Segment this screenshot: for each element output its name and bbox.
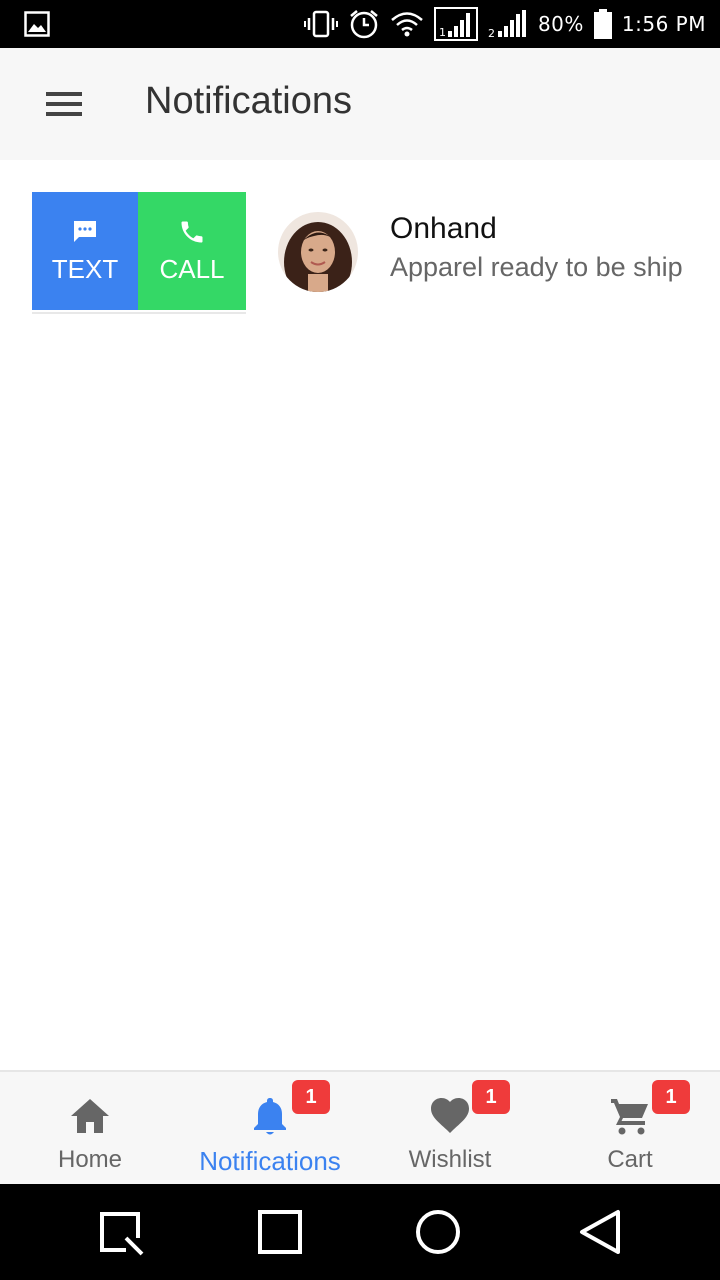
nav-cart[interactable]: 1 Cart [540, 1072, 720, 1184]
nav-home-label: Home [57, 1146, 123, 1173]
wishlist-badge: 1 [472, 1080, 510, 1114]
notifications-list: TEXT CALL Onhand Apparel ready to be shi… [0, 160, 720, 1070]
cart-icon [611, 1099, 648, 1135]
clock: 1:56 PM [621, 12, 706, 36]
bottom-nav: Home 1 Notifications 1 Wishlist 1 Cart [0, 1070, 720, 1184]
alarm-icon [350, 10, 378, 39]
home-square-icon[interactable] [256, 1208, 304, 1256]
call-button-label: CALL [159, 253, 225, 284]
nav-wishlist-label: Wishlist [408, 1146, 492, 1173]
recents-icon[interactable] [96, 1208, 144, 1256]
call-button[interactable]: CALL [138, 192, 246, 310]
notification-title: Onhand [390, 212, 497, 245]
text-button-label: TEXT [51, 253, 119, 284]
status-bar: 1 2 80% 1:56 PM [0, 0, 720, 48]
page-title: Notifications [145, 80, 352, 122]
svg-text:1: 1 [439, 26, 446, 39]
cart-badge: 1 [652, 1080, 690, 1114]
nav-cart-label: Cart [607, 1146, 653, 1173]
svg-text:2: 2 [488, 27, 495, 39]
notifications-badge: 1 [292, 1080, 330, 1114]
back-icon[interactable] [576, 1208, 624, 1256]
system-nav-bar [0, 1184, 720, 1280]
battery-percent: 80% [537, 12, 584, 36]
home-icon [71, 1099, 109, 1133]
vibrate-icon [303, 10, 338, 38]
phone-icon [181, 221, 203, 242]
app-bar: Notifications [0, 48, 720, 160]
hamburger-menu-icon[interactable] [44, 88, 84, 120]
nav-notifications[interactable]: 1 Notifications [180, 1072, 360, 1184]
home-circle-icon[interactable] [414, 1208, 462, 1256]
text-button[interactable]: TEXT [32, 192, 138, 310]
heart-icon [431, 1098, 469, 1133]
battery-icon [593, 9, 612, 39]
nav-wishlist[interactable]: 1 Wishlist [360, 1072, 540, 1184]
swipe-actions: TEXT CALL [32, 192, 246, 310]
message-icon [74, 220, 96, 242]
avatar[interactable] [278, 212, 358, 292]
bell-icon [254, 1098, 286, 1135]
wifi-icon [391, 12, 423, 37]
divider [32, 312, 246, 314]
signal-sim2-icon: 2 [488, 10, 526, 39]
gallery-icon [24, 11, 50, 37]
signal-sim1-icon: 1 [433, 7, 478, 41]
status-icons: 1 2 80% 1:56 PM [303, 0, 706, 48]
nav-home[interactable]: Home [0, 1072, 180, 1184]
nav-notifications-label: Notifications [199, 1146, 341, 1176]
notification-subtitle: Apparel ready to be ship [390, 252, 683, 282]
